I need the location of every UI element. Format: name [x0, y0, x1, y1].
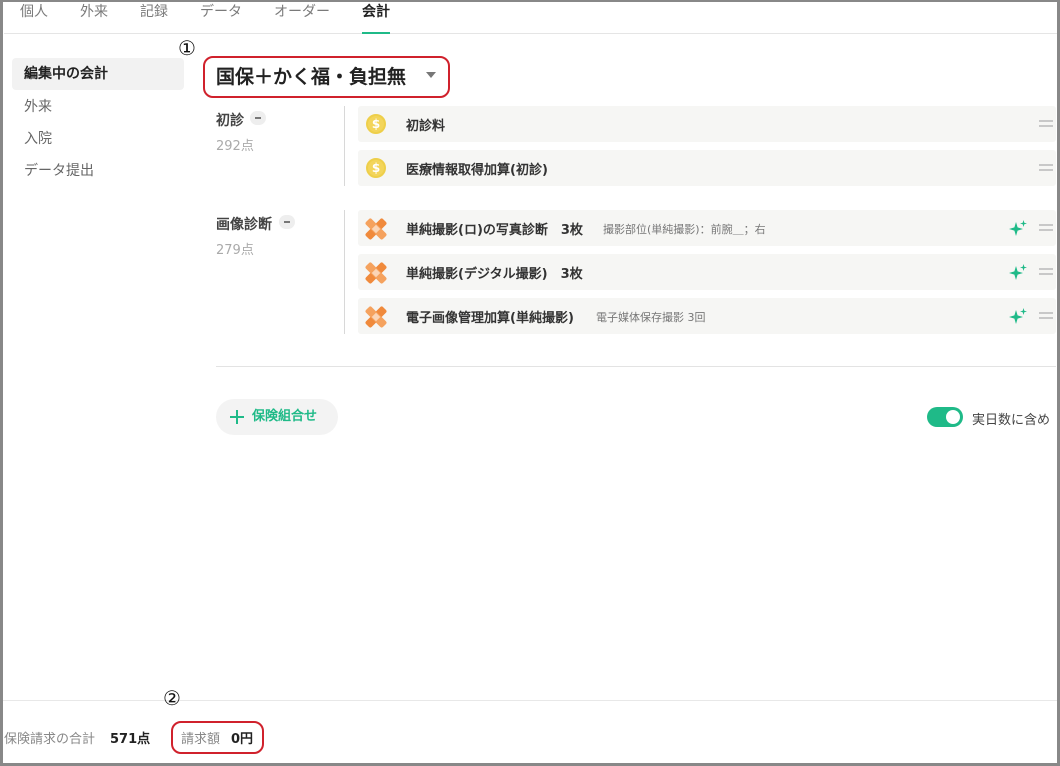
- claim-total-value: 571点: [110, 732, 151, 747]
- item-detail: 撮影部位(単純撮影)：前腕＿；右: [603, 223, 766, 236]
- insurance-combination-selector[interactable]: 国保＋かく福・負担無: [216, 62, 406, 89]
- footer-divider: [3, 700, 1057, 701]
- section-divider: [216, 366, 1056, 367]
- plus-icon: [230, 410, 244, 424]
- item-detail: 電子媒体保存撮影 3回: [596, 311, 706, 324]
- list-item[interactable]: 電子画像管理加算(単純撮影) 電子媒体保存撮影 3回: [358, 298, 1056, 334]
- sidebar-item-data-submission[interactable]: データ提出: [12, 155, 184, 187]
- drag-handle-icon[interactable]: [1039, 164, 1053, 172]
- xray-icon: [365, 218, 387, 240]
- list-item[interactable]: 単純撮影(ロ)の写真診断 3枚 撮影部位(単純撮影)：前腕＿；右: [358, 210, 1056, 246]
- item-name: 電子画像管理加算(単純撮影): [406, 311, 574, 326]
- group-divider: [344, 210, 345, 334]
- caret-down-icon[interactable]: [426, 72, 436, 78]
- annotation-marker-2: ②: [163, 686, 181, 710]
- item-name: 単純撮影(デジタル撮影) 3枚: [406, 267, 583, 282]
- sidebar-item-outpatient[interactable]: 外来: [12, 91, 184, 123]
- coin-icon: $: [366, 158, 386, 178]
- sidebar-item-inpatient[interactable]: 入院: [12, 123, 184, 155]
- tab-outpatient[interactable]: 外来: [80, 2, 108, 34]
- group-name-imaging: 画像診断: [216, 217, 272, 233]
- toggle-knob: [946, 410, 960, 424]
- sparkle-icon[interactable]: [1008, 263, 1028, 283]
- tab-accounting[interactable]: 会計: [362, 2, 390, 34]
- item-name: 医療情報取得加算(初診): [406, 163, 548, 178]
- group-points-first-visit: 292点: [216, 139, 254, 154]
- group-name-first-visit: 初診: [216, 113, 244, 129]
- item-name: 単純撮影(ロ)の写真診断 3枚: [406, 223, 583, 238]
- xray-icon: [365, 262, 387, 284]
- billing-amount-value: 0円: [231, 732, 254, 747]
- sparkle-icon[interactable]: [1008, 219, 1028, 239]
- list-item[interactable]: $ 医療情報取得加算(初診): [358, 150, 1056, 186]
- include-actual-days-label: 実日数に含め: [972, 413, 1051, 428]
- collapse-group-icon[interactable]: [250, 111, 266, 125]
- group-divider: [344, 106, 345, 186]
- add-insurance-combination-label: 保険組合せ: [252, 409, 318, 424]
- tab-personal[interactable]: 個人: [20, 2, 48, 34]
- annotation-marker-1: ①: [178, 36, 196, 60]
- tab-data[interactable]: データ: [200, 2, 242, 34]
- claim-total-label: 保険請求の合計: [4, 732, 96, 747]
- drag-handle-icon[interactable]: [1039, 268, 1053, 276]
- drag-handle-icon[interactable]: [1039, 312, 1053, 320]
- add-insurance-combination-button[interactable]: 保険組合せ: [216, 399, 338, 435]
- xray-icon: [365, 306, 387, 328]
- item-name: 初診料: [406, 119, 446, 134]
- coin-icon: $: [366, 114, 386, 134]
- drag-handle-icon[interactable]: [1039, 120, 1053, 128]
- drag-handle-icon[interactable]: [1039, 224, 1053, 232]
- sidebar-item-editing-accounting[interactable]: 編集中の会計: [12, 58, 184, 90]
- billing-amount-label: 請求額: [181, 732, 221, 747]
- list-item[interactable]: 単純撮影(デジタル撮影) 3枚: [358, 254, 1056, 290]
- collapse-group-icon[interactable]: [279, 215, 295, 229]
- list-item[interactable]: $ 初診料: [358, 106, 1056, 142]
- tab-order[interactable]: オーダー: [274, 2, 330, 34]
- group-points-imaging: 279点: [216, 243, 254, 258]
- tab-records[interactable]: 記録: [140, 2, 168, 34]
- sparkle-icon[interactable]: [1008, 307, 1028, 327]
- include-actual-days-toggle[interactable]: [927, 407, 963, 427]
- top-tab-bar: 個人 外来 記録 データ オーダー 会計: [4, 2, 1057, 34]
